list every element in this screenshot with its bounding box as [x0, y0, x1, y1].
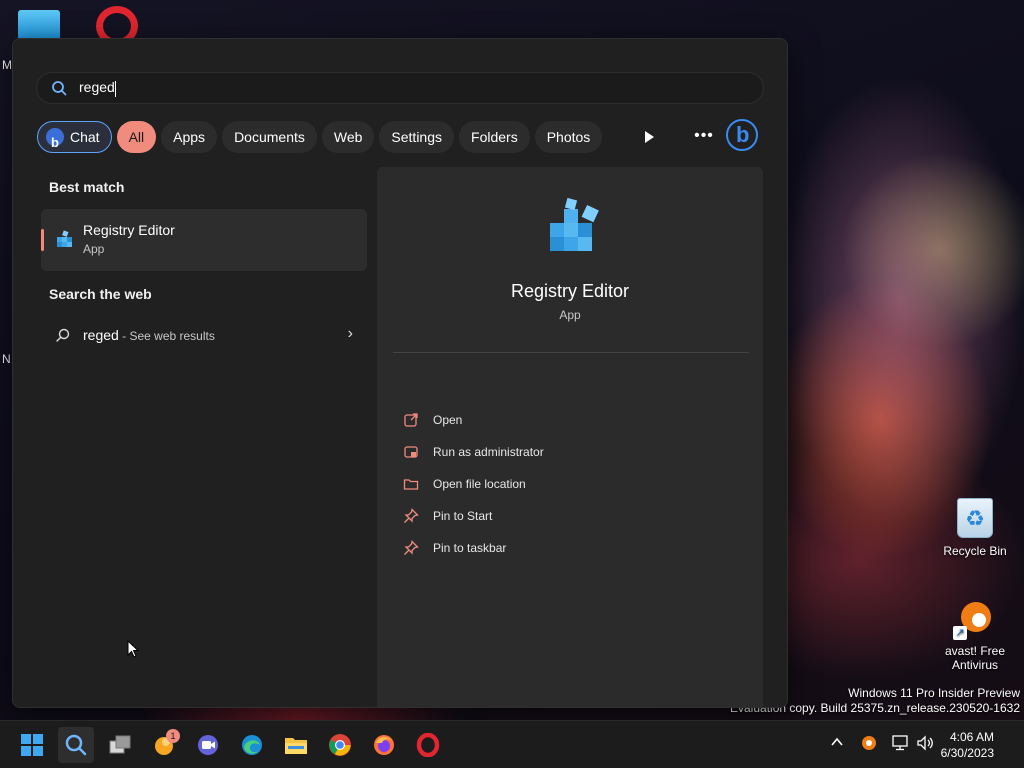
pin-icon [404, 508, 419, 523]
registry-editor-large-icon [550, 197, 599, 251]
best-match-type: App [83, 242, 105, 256]
preview-pane: Registry Editor App Open Run as administ… [377, 167, 763, 707]
filter-apps[interactable]: Apps [161, 121, 218, 153]
search-input[interactable]: reged [79, 79, 719, 97]
filter-folders[interactable]: Folders [459, 121, 530, 153]
notification-badge: 1 [166, 729, 180, 743]
web-result[interactable]: reged - See web results › [41, 319, 367, 351]
clock-time: 4:06 AM [949, 730, 994, 744]
search-box[interactable]: reged [36, 72, 764, 104]
recycle-bin-shortcut[interactable]: Recycle Bin [935, 498, 1015, 558]
mouse-cursor-icon [127, 640, 139, 658]
filter-settings[interactable]: Settings [379, 121, 455, 153]
search-icon [65, 734, 87, 756]
divider [393, 352, 749, 353]
firefox-icon [374, 735, 394, 755]
network-icon[interactable] [892, 735, 910, 751]
firefox-button[interactable] [366, 727, 402, 763]
admin-shield-icon [404, 446, 418, 458]
folder-icon [403, 479, 419, 490]
text-caret [114, 80, 116, 97]
watermark-edition: Windows 11 Pro Insider Preview [848, 686, 1020, 700]
volume-icon[interactable] [916, 735, 934, 751]
clock[interactable]: 4:06 AM 6/30/2023 [941, 729, 994, 761]
search-flyout: reged Chat All Apps Documents Web Settin… [12, 38, 788, 708]
start-icon [21, 734, 43, 756]
best-match-result[interactable]: Registry Editor App [41, 209, 367, 271]
edge-button[interactable] [234, 727, 270, 763]
opera-button[interactable] [410, 727, 446, 763]
desktop-app-icon[interactable] [18, 10, 60, 40]
file-explorer-icon [285, 738, 307, 754]
action-run-as-admin[interactable]: Run as administrator [403, 442, 544, 462]
desktop-icon-label-partial: N [2, 352, 11, 366]
filter-all[interactable]: All [116, 121, 157, 153]
avast-tray-icon[interactable] [861, 735, 877, 751]
filter-documents[interactable]: Documents [222, 121, 317, 153]
avast-shortcut[interactable]: ↗ avast! Free Antivirus [935, 596, 1015, 672]
search-icon [52, 81, 67, 96]
scroll-filters-right-icon[interactable] [640, 128, 658, 146]
filter-web[interactable]: Web [321, 121, 375, 153]
show-hidden-icons-chevron-icon[interactable] [830, 735, 844, 749]
task-view-icon [109, 735, 131, 754]
action-open-file-location[interactable]: Open file location [403, 474, 526, 494]
chrome-icon [329, 734, 351, 756]
open-icon [404, 413, 418, 427]
best-match-name: Registry Editor [83, 222, 175, 238]
bing-chat-button-icon[interactable] [726, 119, 758, 151]
registry-editor-icon [57, 230, 72, 247]
recycle-bin-label: Recycle Bin [943, 544, 1007, 558]
filter-bar: Chat All Apps Documents Web Settings Fol… [37, 121, 603, 159]
taskbar-search-button[interactable] [58, 727, 94, 763]
search-icon [56, 328, 70, 342]
teams-chat-icon [198, 735, 218, 755]
chevron-right-icon: › [347, 325, 353, 342]
action-pin-to-start[interactable]: Pin to Start [403, 506, 492, 526]
shortcut-arrow-icon: ↗ [953, 626, 967, 640]
best-match-heading: Best match [49, 179, 125, 195]
taskbar: 1 4:06 AM 6/30/2023 [0, 720, 1024, 768]
widgets-button[interactable]: 1 [146, 727, 182, 763]
preview-title: Registry Editor [510, 281, 630, 301]
more-options-icon[interactable]: ••• [693, 127, 715, 145]
action-open[interactable]: Open [403, 410, 462, 430]
edge-icon [242, 735, 262, 755]
clock-date: 6/30/2023 [940, 746, 994, 760]
action-pin-to-taskbar[interactable]: Pin to taskbar [403, 538, 506, 558]
start-button[interactable] [14, 727, 50, 763]
desktop-icon-label-partial: M [2, 58, 12, 72]
avast-label-line1: avast! Free [944, 644, 1006, 658]
search-web-heading: Search the web [49, 286, 152, 302]
selection-indicator [41, 229, 44, 251]
teams-chat-button[interactable] [190, 727, 226, 763]
bing-icon [46, 127, 64, 159]
pin-icon [404, 540, 419, 555]
preview-type: App [559, 308, 581, 322]
chrome-button[interactable] [322, 727, 358, 763]
web-result-text: reged - See web results [83, 327, 215, 343]
avast-label-line2: Antivirus [951, 658, 998, 672]
task-view-button[interactable] [102, 727, 138, 763]
file-explorer-button[interactable] [278, 727, 314, 763]
filter-photos[interactable]: Photos [534, 121, 603, 153]
filter-chat[interactable]: Chat [37, 121, 112, 159]
recycle-bin-icon [957, 498, 993, 538]
opera-icon [416, 733, 440, 757]
avast-icon: ↗ [953, 596, 997, 640]
